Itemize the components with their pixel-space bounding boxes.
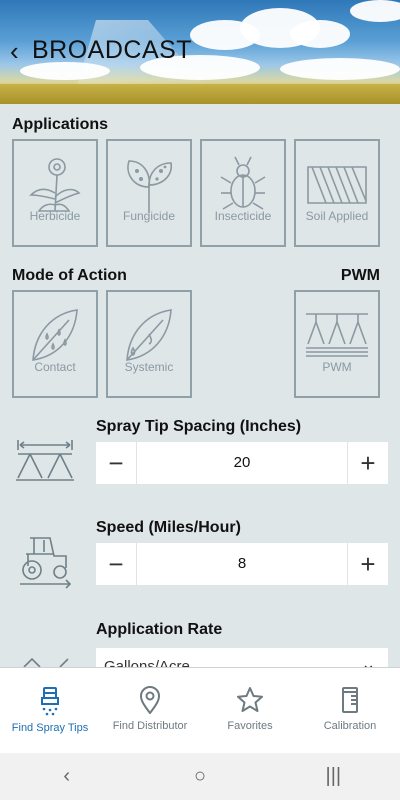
leaf-spots-icon <box>127 160 173 213</box>
cloud-decoration <box>290 20 350 48</box>
spray-tip-spacing-value[interactable]: 20 <box>136 442 348 484</box>
fungicide-tile[interactable]: Fungicide <box>106 139 192 247</box>
beetle-icon <box>220 156 266 210</box>
nozzle-spacing-icon <box>16 440 74 481</box>
increment-button[interactable]: + <box>348 543 388 585</box>
back-button[interactable]: ‹ <box>10 36 19 67</box>
cloud-decoration <box>280 58 400 80</box>
pwm-tile[interactable]: PWM <box>294 290 380 398</box>
increment-button[interactable]: + <box>348 442 388 484</box>
spray-nozzles-icon <box>306 313 368 357</box>
nav-label: Find Spray Tips <box>11 722 89 734</box>
rate-icon <box>23 657 69 667</box>
tractor-icon <box>20 537 72 589</box>
leaf-drops-icon <box>32 309 78 361</box>
tile-label: Insecticide <box>214 209 272 223</box>
mode-of-action-heading: Mode of Action <box>12 267 127 284</box>
decrement-button[interactable]: − <box>96 442 136 484</box>
applications-heading: Applications <box>12 116 109 133</box>
spray-tip-spacing-label: Spray Tip Spacing (Inches) <box>96 418 302 435</box>
nav-favorites[interactable]: Favorites <box>200 668 300 753</box>
cloud-decoration <box>350 0 400 22</box>
dandelion-icon <box>29 158 81 212</box>
nav-label: Calibration <box>323 720 377 732</box>
star-icon <box>237 687 263 712</box>
bottom-nav: Find Spray Tips Find Distributor Favorit… <box>0 667 400 753</box>
wheat-field-decoration <box>0 84 400 104</box>
system-nav-bar: ‹ ○ ||| <box>0 753 400 800</box>
tile-label: Fungicide <box>122 209 176 223</box>
systemic-tile[interactable]: Systemic <box>106 290 192 398</box>
leaf-drip-icon <box>126 309 172 361</box>
nav-find-distributor[interactable]: Find Distributor <box>100 668 200 753</box>
plowed-field-icon <box>307 166 367 204</box>
nav-find-spray-tips[interactable]: Find Spray Tips <box>0 668 100 753</box>
tile-label: Soil Applied <box>305 209 369 223</box>
location-pin-icon <box>139 686 161 714</box>
tile-label: Systemic <box>124 360 174 374</box>
contact-tile[interactable]: Contact <box>12 290 98 398</box>
system-home-button[interactable]: ○ <box>133 753 266 800</box>
header-banner: ‹ BROADCAST <box>0 0 400 104</box>
system-recents-button[interactable]: ||| <box>267 753 400 800</box>
soil-applied-tile[interactable]: Soil Applied <box>294 139 380 247</box>
tile-label: PWM <box>322 360 352 374</box>
nav-label: Find Distributor <box>112 720 188 732</box>
insecticide-tile[interactable]: Insecticide <box>200 139 286 247</box>
speed-value[interactable]: 8 <box>136 543 348 585</box>
pwm-heading: PWM <box>340 267 380 284</box>
application-rate-label: Application Rate <box>96 621 223 638</box>
nav-label: Favorites <box>227 720 273 732</box>
speed-stepper: − 8 + <box>96 543 388 585</box>
spray-tip-spacing-stepper: − 20 + <box>96 442 388 484</box>
tile-label: Contact <box>34 360 76 374</box>
tile-label: Herbicide <box>29 209 81 223</box>
decrement-button[interactable]: − <box>96 543 136 585</box>
measuring-cup-icon <box>342 687 358 713</box>
speed-label: Speed (Miles/Hour) <box>96 519 241 536</box>
spray-tip-icon <box>41 687 59 716</box>
page-title: BROADCAST <box>32 36 193 64</box>
herbicide-tile[interactable]: Herbicide <box>12 139 98 247</box>
nav-calibration[interactable]: Calibration <box>300 668 400 753</box>
system-back-button[interactable]: ‹ <box>0 753 133 800</box>
